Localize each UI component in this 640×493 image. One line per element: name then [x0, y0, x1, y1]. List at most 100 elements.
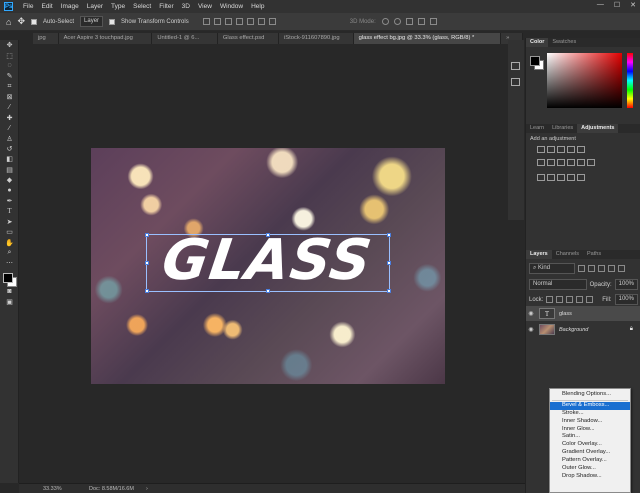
layer-visibility-eye-icon[interactable]: ◉: [526, 310, 536, 317]
menu-item-inner-shadow[interactable]: Inner Shadow...: [550, 418, 630, 426]
filter-smart-object-icon[interactable]: [618, 265, 625, 272]
curves-icon[interactable]: [557, 146, 565, 153]
lock-image-icon[interactable]: [556, 296, 564, 303]
distribute-icon[interactable]: [268, 18, 276, 25]
zoom-level[interactable]: 33.33%: [43, 486, 89, 492]
hue-slider[interactable]: [627, 53, 633, 108]
auto-select-target-dropdown[interactable]: Layer: [80, 16, 104, 27]
lock-all-icon[interactable]: [586, 296, 594, 303]
dodge-tool-icon[interactable]: ●: [0, 185, 19, 195]
black-white-icon[interactable]: [557, 159, 565, 166]
filter-shape-icon[interactable]: [608, 265, 615, 272]
menu-item-gradient-overlay[interactable]: Gradient Overlay...: [550, 449, 630, 457]
transform-handle-bl[interactable]: [145, 289, 149, 293]
tab-adjustments[interactable]: Adjustments: [577, 124, 619, 133]
show-transform-checkbox[interactable]: [109, 18, 116, 25]
type-tool-icon[interactable]: T: [0, 206, 19, 216]
align-center-icon[interactable]: [213, 18, 221, 25]
tab-paths[interactable]: Paths: [583, 250, 605, 259]
align-left-icon[interactable]: [202, 18, 210, 25]
default-colors-icon[interactable]: [0, 269, 18, 287]
vibrance-icon[interactable]: [577, 146, 585, 153]
blur-tool-icon[interactable]: ◆: [0, 175, 19, 185]
brightness-contrast-icon[interactable]: [537, 146, 545, 153]
move-tool-icon[interactable]: ✥: [0, 40, 19, 50]
menu-item-stroke[interactable]: Stroke...: [550, 410, 630, 418]
frame-tool-icon[interactable]: ⊠: [0, 92, 19, 102]
path-select-tool-icon[interactable]: ➤: [0, 217, 19, 227]
healing-brush-tool-icon[interactable]: ✚: [0, 113, 19, 123]
tab-doc-4[interactable]: Glass effect.psd: [217, 33, 279, 44]
minimize-icon[interactable]: —: [597, 1, 604, 9]
menu-item-bevel-emboss[interactable]: Bevel & Emboss...: [550, 401, 630, 410]
move-tool-icon[interactable]: ✥: [17, 16, 25, 27]
menu-filter[interactable]: Filter: [155, 3, 177, 10]
lock-position-icon[interactable]: [566, 296, 574, 303]
tab-libraries[interactable]: Libraries: [548, 124, 577, 133]
color-balance-icon[interactable]: [547, 159, 555, 166]
quick-select-tool-icon[interactable]: ✎: [0, 71, 19, 81]
align-right-icon[interactable]: [224, 18, 232, 25]
lasso-tool-icon[interactable]: ◌: [0, 61, 19, 71]
filter-pixel-icon[interactable]: [578, 265, 585, 272]
3d-orbit-icon[interactable]: [381, 18, 389, 25]
layer-visibility-eye-icon[interactable]: ◉: [526, 326, 536, 333]
eyedropper-tool-icon[interactable]: ⁄: [0, 102, 19, 112]
tab-swatches[interactable]: Swatches: [548, 38, 580, 47]
menu-item-inner-glow[interactable]: Inner Glow...: [550, 426, 630, 434]
threshold-icon[interactable]: [557, 174, 565, 181]
blend-mode-dropdown[interactable]: Normal: [529, 279, 587, 290]
clone-stamp-tool-icon[interactable]: ♙: [0, 134, 19, 144]
menu-help[interactable]: Help: [247, 3, 268, 10]
document-info[interactable]: Doc: 8.58M/16.6M: [89, 486, 134, 492]
hand-tool-icon[interactable]: ✋: [0, 237, 19, 247]
align-bottom-icon[interactable]: [257, 18, 265, 25]
quick-mask-icon[interactable]: ◙: [0, 287, 19, 297]
menu-3d[interactable]: 3D: [178, 3, 194, 10]
menu-item-outer-glow[interactable]: Outer Glow...: [550, 465, 630, 473]
tab-color[interactable]: Color: [526, 38, 549, 47]
photo-filter-icon[interactable]: [567, 159, 575, 166]
color-lookup-icon[interactable]: [587, 159, 595, 166]
tab-doc-active[interactable]: glass effect bg.jpg @ 33.3% (glass, RGB/…: [353, 33, 502, 44]
tab-doc-1[interactable]: jpg: [33, 33, 59, 44]
more-tools-icon[interactable]: ⋯: [0, 258, 19, 268]
brush-tool-icon[interactable]: ⁄: [0, 123, 19, 133]
posterize-icon[interactable]: [547, 174, 555, 181]
color-picker-field[interactable]: [547, 53, 622, 108]
align-top-icon[interactable]: [235, 18, 243, 25]
tab-doc-2[interactable]: Acer Aspire 3 touchpad.jpg: [58, 33, 153, 44]
shape-tool-icon[interactable]: ▭: [0, 227, 19, 237]
lock-transparent-icon[interactable]: [546, 296, 554, 303]
tab-channels[interactable]: Channels: [552, 250, 583, 259]
align-middle-icon[interactable]: [246, 18, 254, 25]
screen-mode-icon[interactable]: ▣: [0, 297, 19, 307]
gradient-map-icon[interactable]: [567, 174, 575, 181]
tab-doc-5[interactable]: iStock-911607890.jpg: [278, 33, 354, 44]
3d-roll-icon[interactable]: [393, 18, 401, 25]
close-icon[interactable]: ✕: [630, 1, 636, 9]
foreground-color-swatch[interactable]: [3, 272, 13, 283]
hue-saturation-icon[interactable]: [537, 159, 545, 166]
history-panel-icon[interactable]: [511, 62, 520, 70]
selective-color-icon[interactable]: [577, 174, 585, 181]
home-icon[interactable]: ⌂: [6, 17, 11, 27]
tab-learn[interactable]: Learn: [526, 124, 548, 133]
filter-adjustment-icon[interactable]: [588, 265, 595, 272]
menu-item-blending-options[interactable]: Blending Options...: [550, 391, 630, 399]
menu-view[interactable]: View: [194, 3, 216, 10]
layer-name-glass[interactable]: glass: [559, 311, 572, 317]
properties-panel-icon[interactable]: [511, 78, 520, 86]
lock-artboard-icon[interactable]: [576, 296, 584, 303]
transform-handle-r[interactable]: [387, 261, 391, 265]
tab-layers[interactable]: Layers: [526, 250, 552, 259]
menu-file[interactable]: File: [19, 3, 37, 10]
history-brush-tool-icon[interactable]: ↺: [0, 144, 19, 154]
transform-handle-br[interactable]: [387, 289, 391, 293]
transform-handle-tr[interactable]: [387, 233, 391, 237]
menu-edit[interactable]: Edit: [37, 3, 56, 10]
opacity-field[interactable]: 100%: [614, 279, 638, 290]
3d-scale-icon[interactable]: [429, 18, 437, 25]
menu-item-satin[interactable]: Satin...: [550, 433, 630, 441]
transform-handle-tl[interactable]: [145, 233, 149, 237]
